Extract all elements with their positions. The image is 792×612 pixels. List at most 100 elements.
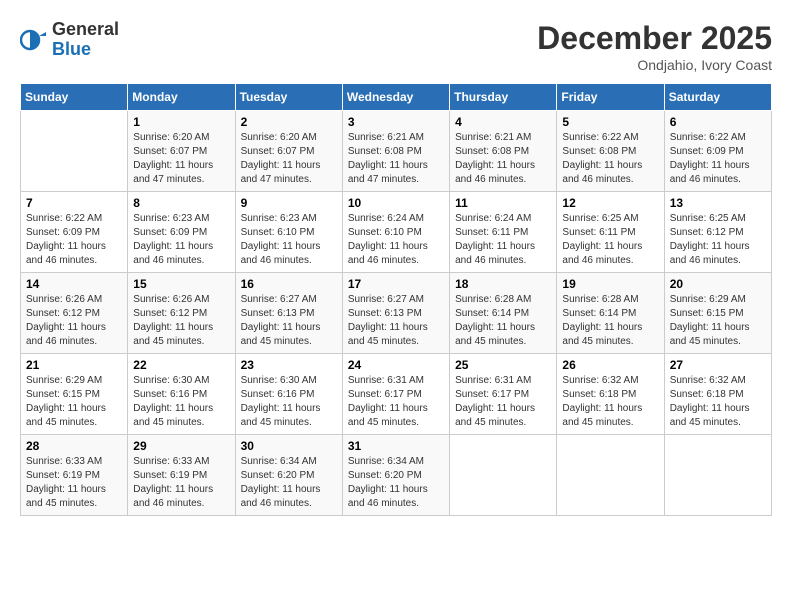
month-title: December 2025 [537,20,772,57]
day-number: 13 [670,196,766,210]
location: Ondjahio, Ivory Coast [537,57,772,73]
day-info: Sunrise: 6:22 AMSunset: 6:09 PMDaylight:… [670,131,766,187]
calendar-cell [450,435,557,516]
calendar-week-5: 28 Sunrise: 6:33 AMSunset: 6:19 PMDayligh… [21,435,772,516]
day-info: Sunrise: 6:22 AMSunset: 6:08 PMDaylight:… [562,131,658,187]
day-number: 26 [562,358,658,372]
calendar-cell: 3Sunrise: 6:21 AMSunset: 6:08 PMDaylight… [342,111,449,192]
calendar-cell: 4Sunrise: 6:21 AMSunset: 6:08 PMDaylight… [450,111,557,192]
day-number: 30 [241,439,337,453]
weekday-header-row: SundayMondayTuesdayWednesdayThursdayFrid… [21,84,772,111]
logo-text: General Blue [52,20,119,60]
day-info: Sunrise: 6:20 AMSunset: 6:07 PMDaylight:… [241,131,337,187]
weekday-header-tuesday: Tuesday [235,84,342,111]
calendar-body: 1 Sunrise: 6:20 AMSunset: 6:07 PMDaylight… [21,111,772,516]
day-info: Sunrise: 6:32 AMSunset: 6:18 PMDaylight:… [670,374,766,430]
calendar-cell: 19 Sunrise: 6:28 AMSunset: 6:14 PMDayligh… [557,273,664,354]
day-info: Sunrise: 6:27 AMSunset: 6:13 PMDaylight:… [348,293,444,349]
day-info: Sunrise: 6:20 AMSunset: 6:07 PMDaylight:… [133,131,229,187]
day-number: 21 [26,358,122,372]
day-number: 5 [562,115,658,129]
day-info: Sunrise: 6:24 AMSunset: 6:11 PMDaylight:… [455,212,551,268]
day-info: Sunrise: 6:34 AMSunset: 6:20 PMDaylight:… [348,455,444,511]
day-number: 2 [241,115,337,129]
calendar-cell: 2 Sunrise: 6:20 AMSunset: 6:07 PMDaylight… [235,111,342,192]
day-number: 7 [26,196,122,210]
calendar-cell: 28 Sunrise: 6:33 AMSunset: 6:19 PMDayligh… [21,435,128,516]
day-number: 9 [241,196,337,210]
calendar-cell: 12 Sunrise: 6:25 AMSunset: 6:11 PMDayligh… [557,192,664,273]
logo: General Blue [20,20,119,60]
calendar-week-4: 21 Sunrise: 6:29 AMSunset: 6:15 PMDayligh… [21,354,772,435]
day-number: 14 [26,277,122,291]
calendar-cell: 1 Sunrise: 6:20 AMSunset: 6:07 PMDaylight… [128,111,235,192]
weekday-header-friday: Friday [557,84,664,111]
day-info: Sunrise: 6:23 AMSunset: 6:10 PMDaylight:… [241,212,337,268]
day-info: Sunrise: 6:21 AMSunset: 6:08 PMDaylight:… [348,131,444,187]
day-number: 31 [348,439,444,453]
day-number: 10 [348,196,444,210]
title-block: December 2025 Ondjahio, Ivory Coast [537,20,772,73]
day-number: 19 [562,277,658,291]
calendar-cell: 5 Sunrise: 6:22 AMSunset: 6:08 PMDaylight… [557,111,664,192]
calendar-week-3: 14 Sunrise: 6:26 AMSunset: 6:12 PMDayligh… [21,273,772,354]
day-number: 6 [670,115,766,129]
calendar-cell: 25 Sunrise: 6:31 AMSunset: 6:17 PMDayligh… [450,354,557,435]
day-info: Sunrise: 6:29 AMSunset: 6:15 PMDaylight:… [26,374,122,430]
weekday-header-monday: Monday [128,84,235,111]
day-info: Sunrise: 6:31 AMSunset: 6:17 PMDaylight:… [455,374,551,430]
day-number: 18 [455,277,551,291]
calendar-cell: 26 Sunrise: 6:32 AMSunset: 6:18 PMDayligh… [557,354,664,435]
day-number: 11 [455,196,551,210]
calendar-cell: 30 Sunrise: 6:34 AMSunset: 6:20 PMDayligh… [235,435,342,516]
day-info: Sunrise: 6:26 AMSunset: 6:12 PMDaylight:… [133,293,229,349]
day-info: Sunrise: 6:32 AMSunset: 6:18 PMDaylight:… [562,374,658,430]
calendar-cell: 14 Sunrise: 6:26 AMSunset: 6:12 PMDayligh… [21,273,128,354]
calendar-cell: 6 Sunrise: 6:22 AMSunset: 6:09 PMDaylight… [664,111,771,192]
day-info: Sunrise: 6:22 AMSunset: 6:09 PMDaylight:… [26,212,122,268]
day-info: Sunrise: 6:33 AMSunset: 6:19 PMDaylight:… [26,455,122,511]
day-info: Sunrise: 6:23 AMSunset: 6:09 PMDaylight:… [133,212,229,268]
logo-blue: Blue [52,40,119,60]
day-number: 22 [133,358,229,372]
calendar-week-1: 1 Sunrise: 6:20 AMSunset: 6:07 PMDaylight… [21,111,772,192]
day-number: 28 [26,439,122,453]
calendar-cell: 9 Sunrise: 6:23 AMSunset: 6:10 PMDaylight… [235,192,342,273]
page-header: General Blue December 2025 Ondjahio, Ivo… [20,20,772,73]
calendar-cell: 21 Sunrise: 6:29 AMSunset: 6:15 PMDayligh… [21,354,128,435]
weekday-header-saturday: Saturday [664,84,771,111]
calendar-table: SundayMondayTuesdayWednesdayThursdayFrid… [20,83,772,516]
weekday-header-wednesday: Wednesday [342,84,449,111]
day-number: 1 [133,115,229,129]
day-number: 29 [133,439,229,453]
day-info: Sunrise: 6:28 AMSunset: 6:14 PMDaylight:… [455,293,551,349]
day-info: Sunrise: 6:26 AMSunset: 6:12 PMDaylight:… [26,293,122,349]
day-number: 23 [241,358,337,372]
day-info: Sunrise: 6:34 AMSunset: 6:20 PMDaylight:… [241,455,337,511]
calendar-cell: 27 Sunrise: 6:32 AMSunset: 6:18 PMDayligh… [664,354,771,435]
day-number: 27 [670,358,766,372]
day-number: 20 [670,277,766,291]
calendar-cell: 8Sunrise: 6:23 AMSunset: 6:09 PMDaylight… [128,192,235,273]
day-info: Sunrise: 6:33 AMSunset: 6:19 PMDaylight:… [133,455,229,511]
day-number: 25 [455,358,551,372]
calendar-cell [21,111,128,192]
day-number: 24 [348,358,444,372]
day-info: Sunrise: 6:28 AMSunset: 6:14 PMDaylight:… [562,293,658,349]
calendar-cell: 17Sunrise: 6:27 AMSunset: 6:13 PMDayligh… [342,273,449,354]
logo-icon [20,26,48,54]
calendar-cell: 24Sunrise: 6:31 AMSunset: 6:17 PMDayligh… [342,354,449,435]
logo-general: General [52,20,119,40]
calendar-cell: 20Sunrise: 6:29 AMSunset: 6:15 PMDayligh… [664,273,771,354]
day-info: Sunrise: 6:30 AMSunset: 6:16 PMDaylight:… [133,374,229,430]
day-info: Sunrise: 6:30 AMSunset: 6:16 PMDaylight:… [241,374,337,430]
calendar-cell: 10Sunrise: 6:24 AMSunset: 6:10 PMDayligh… [342,192,449,273]
day-number: 12 [562,196,658,210]
calendar-cell: 16Sunrise: 6:27 AMSunset: 6:13 PMDayligh… [235,273,342,354]
calendar-week-2: 7 Sunrise: 6:22 AMSunset: 6:09 PMDaylight… [21,192,772,273]
calendar-cell: 23 Sunrise: 6:30 AMSunset: 6:16 PMDayligh… [235,354,342,435]
calendar-cell: 18 Sunrise: 6:28 AMSunset: 6:14 PMDayligh… [450,273,557,354]
day-info: Sunrise: 6:25 AMSunset: 6:11 PMDaylight:… [562,212,658,268]
weekday-header-sunday: Sunday [21,84,128,111]
calendar-cell [557,435,664,516]
